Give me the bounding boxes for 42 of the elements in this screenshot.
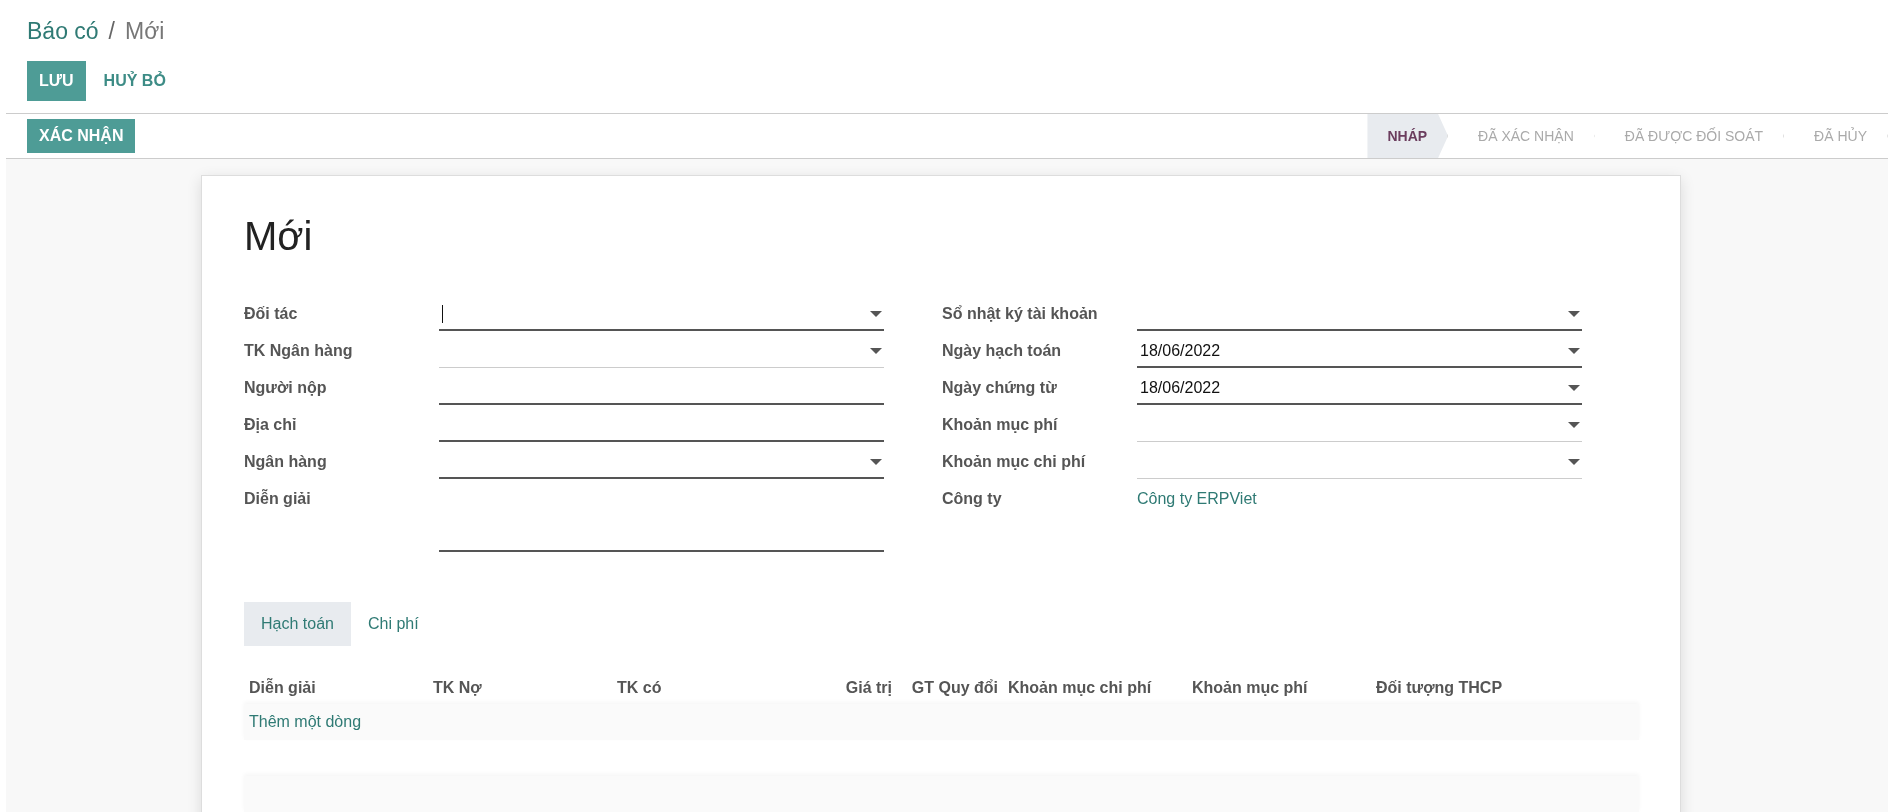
column-header: Khoản mục chi phí	[1007, 679, 1153, 697]
record-title: Mới	[244, 214, 314, 259]
status-step[interactable]: NHÁP	[1367, 114, 1449, 158]
caret-icon	[870, 348, 882, 355]
field-label: Người nộp	[244, 378, 328, 397]
column-header: Khoản mục phí	[1191, 679, 1309, 697]
dropdown-field[interactable]: 18/06/2022	[1137, 336, 1582, 368]
field-label: Sổ nhật ký tài khoản	[942, 304, 1099, 323]
field-label: Khoản mục phí	[942, 415, 1059, 434]
caret-icon	[1568, 459, 1580, 466]
add-line-link[interactable]: Thêm một dòng	[244, 713, 362, 731]
caret-icon	[870, 311, 882, 318]
field-label: Công ty	[942, 489, 1003, 508]
caret-icon	[1568, 311, 1580, 318]
column-header: GT Quy đổi	[910, 679, 999, 697]
caret-icon	[870, 459, 882, 466]
caret-icon	[1568, 385, 1580, 392]
field-label: Ngày chứng từ	[942, 378, 1058, 397]
field-label: Diễn giải	[244, 488, 312, 508]
column-header: Diễn giải	[248, 679, 317, 697]
caret-icon	[1568, 348, 1580, 355]
company-link[interactable]: Công ty ERPViet	[1137, 484, 1257, 508]
field-label: Ngân hàng	[244, 452, 328, 471]
field-label: Khoản mục chi phí	[942, 452, 1087, 471]
column-header: Giá trị	[844, 679, 893, 697]
caret-icon	[1568, 422, 1580, 429]
column-header: TK Nợ	[432, 679, 483, 697]
dropdown-field[interactable]: 18/06/2022	[1137, 373, 1582, 405]
confirm-button[interactable]: XÁC NHẬN	[27, 119, 136, 153]
tab[interactable]: Hạch toán	[244, 602, 351, 646]
breadcrumb-link[interactable]: Báo có	[27, 18, 99, 45]
breadcrumb-current: Mới	[125, 18, 165, 45]
field-label: Đối tác	[244, 304, 299, 323]
discard-button[interactable]: HUỶ BỎ	[91, 61, 178, 101]
breadcrumb-separator: /	[108, 18, 115, 45]
tab[interactable]: Chi phí	[350, 602, 436, 646]
field-label: Địa chỉ	[244, 415, 298, 434]
column-header: Đối tượng THCP	[1375, 679, 1504, 697]
field-label: Ngày hạch toán	[942, 341, 1063, 360]
save-button[interactable]: LƯU	[27, 61, 86, 101]
column-header: TK có	[616, 679, 663, 697]
field-label: TK Ngân hàng	[244, 341, 354, 360]
